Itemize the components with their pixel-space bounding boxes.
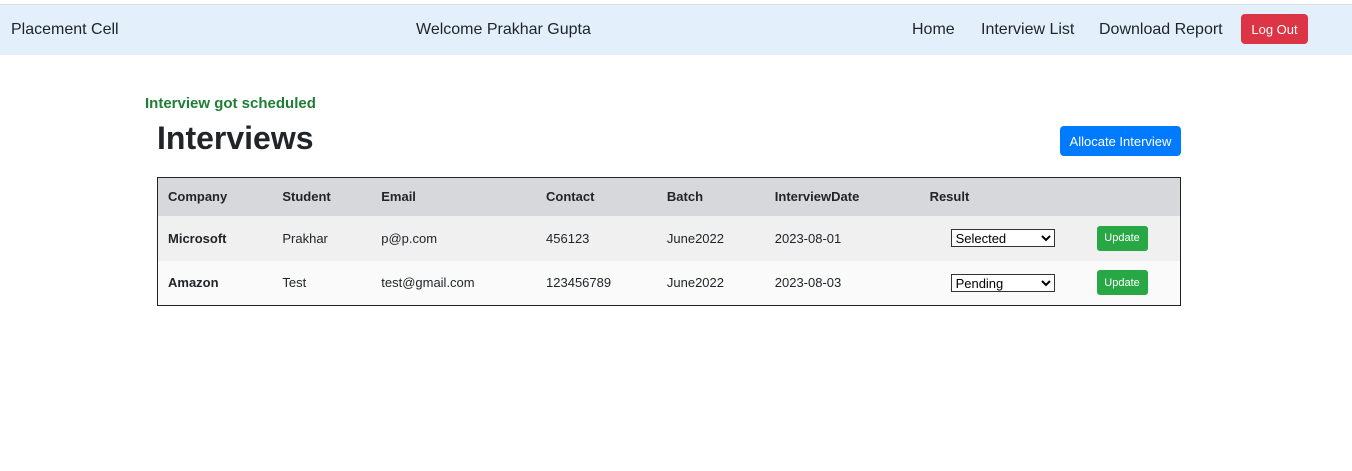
- header-company: Company: [168, 189, 228, 205]
- update-button[interactable]: Update: [1096, 270, 1148, 296]
- welcome-text: Welcome Prakhar Gupta: [416, 21, 591, 38]
- navbar: Placement Cell Welcome Prakhar Gupta Hom…: [0, 5, 1352, 55]
- cell-result: Pending: [920, 261, 1067, 306]
- update-button[interactable]: Update: [1096, 225, 1148, 251]
- cell-student: Prakhar: [282, 230, 328, 246]
- cell-student: Test: [282, 275, 307, 291]
- cell-result: Selected: [920, 216, 1067, 261]
- brand[interactable]: Placement Cell: [11, 21, 119, 39]
- cell-contact: 456123: [546, 230, 590, 246]
- allocate-interview-button[interactable]: Allocate Interview: [1060, 126, 1181, 156]
- interviews-table: Company Student Email Contact Batch Inte…: [157, 177, 1181, 306]
- header-result: Result: [929, 189, 970, 205]
- cell-email: test@gmail.com: [381, 275, 475, 291]
- header-contact: Contact: [546, 189, 595, 205]
- cell-interview-date: 2023-08-03: [774, 275, 842, 291]
- header-student: Student: [282, 189, 331, 205]
- cell-interview-date: 2023-08-01: [774, 230, 842, 246]
- cell-action: Update: [1067, 216, 1181, 261]
- cell-batch: June2022: [666, 230, 725, 246]
- cell-contact: 123456789: [546, 275, 612, 291]
- header-action: [1067, 178, 1181, 216]
- logout-button[interactable]: Log Out: [1241, 14, 1308, 44]
- cell-batch: June2022: [666, 275, 725, 291]
- header-interview-date: InterviewDate: [774, 189, 860, 205]
- flash-message: Interview got scheduled: [145, 95, 316, 112]
- cell-email: p@p.com: [381, 230, 438, 246]
- cell-company: Microsoft: [168, 230, 227, 246]
- result-select[interactable]: Pending: [950, 273, 1055, 292]
- result-select[interactable]: Selected: [950, 229, 1055, 247]
- header-email: Email: [381, 189, 416, 205]
- page-title: Interviews: [157, 120, 314, 156]
- header-batch: Batch: [666, 189, 704, 205]
- nav-home-link[interactable]: Home: [912, 21, 955, 39]
- cell-company: Amazon: [168, 275, 219, 291]
- nav-interview-list-link[interactable]: Interview List: [981, 21, 1074, 39]
- table-row: Microsoft Prakhar p@p.com 456123 June202…: [157, 215, 1181, 261]
- nav-download-report-link[interactable]: Download Report: [1099, 21, 1223, 39]
- table-row: Amazon Test test@gmail.com 123456789 Jun…: [157, 260, 1181, 306]
- cell-action: Update: [1067, 261, 1181, 306]
- table-header-row: Company Student Email Contact Batch Inte…: [157, 177, 1181, 216]
